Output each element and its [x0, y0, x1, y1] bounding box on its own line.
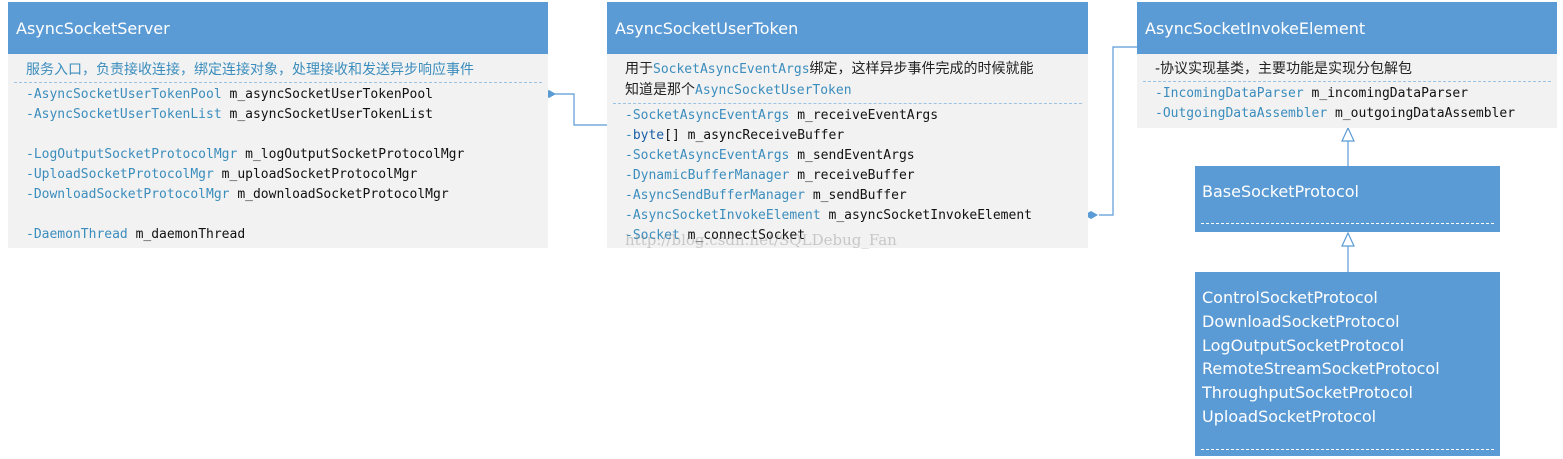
token-field-list: -SocketAsyncEventArgs m_receiveEventArgs…: [607, 106, 1088, 246]
field-name: m_sendEventArgs: [789, 148, 915, 163]
field-type: -AsyncSocketUserTokenList: [26, 107, 222, 122]
field-type: -LogOutputSocketProtocolMgr: [26, 147, 238, 162]
field-visibility: -: [625, 128, 633, 143]
field-name: m_logOutputSocketProtocolMgr: [237, 147, 465, 162]
token-desc-middle: 绑定，这样异步事件完成的时候就能: [809, 61, 1034, 77]
derived-class-item: LogOutputSocketProtocol: [1202, 335, 1405, 355]
server-description-separator: [14, 82, 542, 83]
base-class-separator: [1201, 223, 1494, 224]
server-class-box: AsyncSocketServer 服务入口，负责接收连接，绑定连接对象，处理接…: [8, 2, 548, 248]
field-name: m_uploadSocketProtocolMgr: [213, 167, 418, 182]
derived-class-box: ControlSocketProtocol DownloadSocketProto…: [1195, 272, 1500, 456]
field-type: -DaemonThread: [26, 227, 128, 242]
field-name: m_outgoingDataAssembler: [1327, 106, 1516, 121]
field-type: -OutgoingDataAssembler: [1155, 106, 1328, 121]
field-row: -AsyncSendBufferManager m_sendBuffer: [625, 186, 1088, 206]
field-name: m_asyncSocketUserTokenPool: [221, 87, 433, 102]
field-name: m_downloadSocketProtocolMgr: [229, 187, 449, 202]
base-class-title: BaseSocketProtocol: [1202, 182, 1359, 201]
token-desc-term-usertoken: AsyncSocketUserToken: [695, 83, 852, 98]
field-type: -SocketAsyncEventArgs: [625, 148, 790, 163]
field-row: -OutgoingDataAssembler m_outgoingDataAss…: [1155, 104, 1557, 124]
derived-base-inheritance-arrow: [1341, 231, 1355, 247]
derived-class-item: ThroughputSocketProtocol: [1202, 383, 1413, 403]
field-type: -AsyncSendBufferManager: [625, 188, 806, 203]
field-type: -DynamicBufferManager: [625, 168, 790, 183]
derived-class-item: DownloadSocketProtocol: [1202, 311, 1400, 331]
token-desc-term-eventargs: SocketAsyncEventArgs: [653, 62, 810, 77]
field-row: -DownloadSocketProtocolMgr m_downloadSoc…: [26, 185, 548, 205]
field-name: m_receiveBuffer: [789, 168, 915, 183]
field-name: m_asyncSocketUserTokenList: [221, 107, 433, 122]
field-type: -UploadSocketProtocolMgr: [26, 167, 214, 182]
derived-class-item: RemoteStreamSocketProtocol: [1202, 359, 1440, 379]
field-spacer: [26, 205, 548, 225]
server-field-list: -AsyncSocketUserTokenPool m_asyncSocketU…: [8, 85, 548, 245]
server-class-title: AsyncSocketServer: [8, 2, 548, 54]
invoke-class-description: -协议实现基类，主要功能是实现分包解包: [1155, 61, 1413, 77]
token-invoke-connector: [1099, 46, 1137, 216]
field-row: -byte[] m_asyncReceiveBuffer: [625, 126, 1088, 146]
token-class-box: AsyncSocketUserToken 用于SocketAsyncEventA…: [607, 2, 1088, 249]
field-type: -DownloadSocketProtocolMgr: [26, 187, 230, 202]
field-row: -DynamicBufferManager m_receiveBuffer: [625, 166, 1088, 186]
field-name: m_asyncSocketInvokeElement: [820, 208, 1032, 223]
field-row: -UploadSocketProtocolMgr m_uploadSocketP…: [26, 165, 548, 185]
token-class-description: 用于SocketAsyncEventArgs绑定，这样异步事件完成的时候就能 知…: [607, 54, 1088, 101]
field-row: -SocketAsyncEventArgs m_sendEventArgs: [625, 146, 1088, 166]
server-token-connector: [548, 93, 607, 126]
field-row: -AsyncSocketUserTokenPool m_asyncSocketU…: [26, 85, 548, 105]
field-type: -AsyncSocketUserTokenPool: [26, 87, 222, 102]
base-class-box: BaseSocketProtocol: [1195, 166, 1500, 232]
field-name: [] m_asyncReceiveBuffer: [664, 128, 845, 143]
field-spacer: [26, 125, 548, 145]
derived-class-item: UploadSocketProtocol: [1202, 406, 1377, 426]
field-name: m_sendBuffer: [805, 188, 907, 203]
base-invoke-inheritance-arrow: [1341, 126, 1355, 142]
field-type: -SocketAsyncEventArgs: [625, 108, 790, 123]
token-class-title: AsyncSocketUserToken: [607, 2, 1088, 54]
field-name: m_incomingDataParser: [1303, 86, 1469, 101]
field-name: m_daemonThread: [127, 227, 246, 242]
invoke-field-list: -IncomingDataParser m_incomingDataParser…: [1137, 84, 1557, 124]
field-row: -DaemonThread m_daemonThread: [26, 225, 548, 245]
watermark-text: http://blog.csdn.net/SQLDebug_Fan: [625, 231, 897, 249]
field-row: -AsyncSocketUserTokenList m_asyncSocketU…: [26, 105, 548, 125]
field-type: byte: [632, 128, 665, 143]
field-type: -IncomingDataParser: [1155, 86, 1304, 101]
derived-class-separator: [1201, 449, 1494, 450]
token-description-separator: [613, 103, 1082, 104]
token-desc-line2-prefix: 知道是那个: [625, 82, 695, 98]
server-class-description: 服务入口，负责接收连接，绑定连接对象，处理接收和发送异步响应事件: [26, 62, 474, 78]
field-name: m_receiveEventArgs: [789, 108, 939, 123]
token-desc-prefix: 用于: [625, 61, 653, 77]
derived-class-item: ControlSocketProtocol: [1202, 288, 1378, 307]
invoke-class-title: AsyncSocketInvokeElement: [1137, 2, 1557, 54]
field-row: -AsyncSocketInvokeElement m_asyncSocketI…: [625, 206, 1088, 226]
field-type: -AsyncSocketInvokeElement: [625, 208, 821, 223]
invoke-class-box: AsyncSocketInvokeElement -协议实现基类，主要功能是实现…: [1137, 2, 1557, 128]
field-row: -IncomingDataParser m_incomingDataParser: [1155, 84, 1557, 104]
field-row: -SocketAsyncEventArgs m_receiveEventArgs: [625, 106, 1088, 126]
invoke-description-separator: [1143, 81, 1551, 82]
derived-class-list: ControlSocketProtocol DownloadSocketProto…: [1195, 272, 1500, 429]
field-row: -LogOutputSocketProtocolMgr m_logOutputS…: [26, 145, 548, 165]
